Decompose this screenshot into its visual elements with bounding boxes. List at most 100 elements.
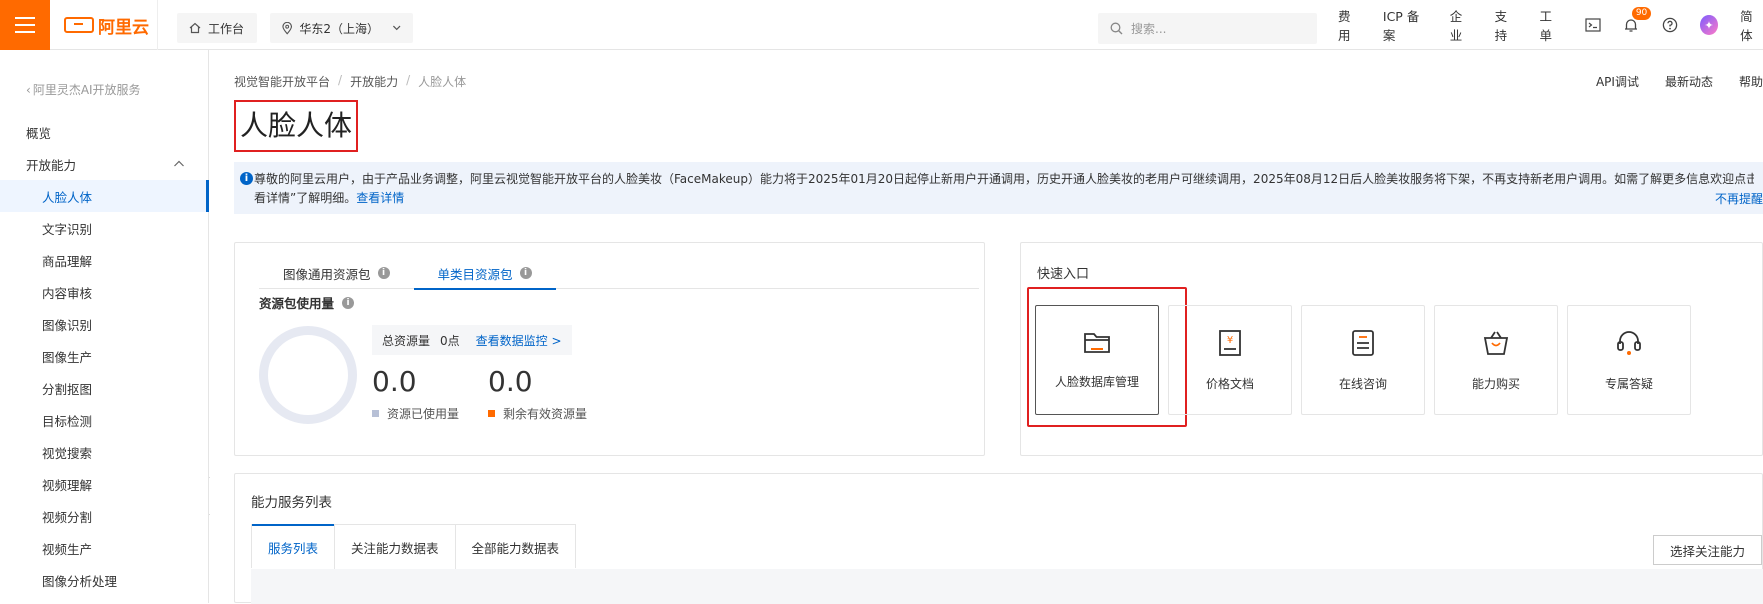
legend-swatch-remaining xyxy=(488,410,495,417)
sidebar-item-product-understanding[interactable]: 商品理解 xyxy=(0,244,209,276)
quick-tile-face-database[interactable]: 人脸数据库管理 xyxy=(1035,305,1159,415)
latest-news-link[interactable]: 最新动态 xyxy=(1665,73,1713,90)
dismiss-notice-link[interactable]: 不再提醒 xyxy=(1715,190,1763,209)
sidebar-item-visual-search[interactable]: 视觉搜索 xyxy=(0,436,209,468)
workbench-button[interactable]: 工作台 xyxy=(177,13,257,43)
notice-text: 尊敬的阿里云用户，由于产品业务调整，阿里云视觉智能开放平台的人脸美妆（FaceM… xyxy=(254,172,1754,186)
search-placeholder: 搜索... xyxy=(1131,22,1167,36)
top-links: 费用 ICP 备案 企业 支持 工单 90 ✦ 简体 xyxy=(1338,0,1763,50)
info-icon[interactable]: i xyxy=(377,267,390,279)
quick-entry-card: 快速入口 人脸数据库管理 ¥ 价格文档 在线咨询 能力购买 专属答疑 xyxy=(1020,242,1763,456)
sidebar-item-video-segmentation[interactable]: 视频分割 xyxy=(0,500,209,532)
resource-tabs: 图像通用资源包 i 单类目资源包 i xyxy=(259,257,979,290)
total-value: 0点 xyxy=(440,333,460,348)
tab-label: 图像通用资源包 xyxy=(283,266,371,282)
api-debug-link[interactable]: API调试 xyxy=(1596,73,1639,90)
sidebar-item-overview[interactable]: 概览 xyxy=(0,116,209,148)
info-icon: i xyxy=(240,172,253,185)
breadcrumb-current: 人脸人体 xyxy=(418,75,467,89)
tile-label: 专属答疑 xyxy=(1604,376,1653,391)
info-icon[interactable]: i xyxy=(342,296,355,309)
notice-details-link[interactable]: 查看详情 xyxy=(356,191,404,205)
used-value: 0.0 xyxy=(372,365,417,398)
sidebar-section-open-capabilities[interactable]: 开放能力 xyxy=(0,148,209,180)
usage-title-label: 资源包使用量 xyxy=(259,296,335,311)
aliyun-logo[interactable]: 阿里云 xyxy=(64,14,149,38)
quick-tile-purchase[interactable]: 能力购买 xyxy=(1434,305,1558,415)
tab-followed-data[interactable]: 关注能力数据表 xyxy=(334,525,455,569)
tab-single-category-package[interactable]: 单类目资源包 i xyxy=(413,257,556,290)
link-enterprise[interactable]: 企业 xyxy=(1450,6,1473,44)
tab-all-data[interactable]: 全部能力数据表 xyxy=(454,525,576,569)
menu-icon[interactable] xyxy=(0,0,50,50)
sidebar-item-label: 分割抠图 xyxy=(42,381,93,397)
tile-label: 在线咨询 xyxy=(1338,376,1387,391)
link-fees[interactable]: 费用 xyxy=(1338,6,1361,44)
breadcrumb-item[interactable]: 开放能力 xyxy=(350,73,398,90)
sidebar-item-label: 图像识别 xyxy=(42,317,93,333)
help-icon[interactable] xyxy=(1661,16,1677,34)
bell-icon[interactable]: 90 xyxy=(1623,7,1652,34)
notice-text-line2: 看详情”了解明细。 xyxy=(254,191,357,205)
service-list-tabs: 服务列表 关注能力数据表 全部能力数据表 xyxy=(251,524,577,569)
sidebar-item-video-generation[interactable]: 视频生产 xyxy=(0,532,209,564)
sidebar-item-segmentation[interactable]: 分割抠图 xyxy=(0,372,209,404)
view-monitor-link[interactable]: 查看数据监控 > xyxy=(476,332,562,349)
sidebar-back-label: 阿里灵杰AI开放服务 xyxy=(32,83,141,97)
sidebar-back-link[interactable]: ‹ 阿里灵杰AI开放服务 xyxy=(26,81,141,98)
tab-service-list[interactable]: 服务列表 xyxy=(252,524,335,569)
sidebar-item-label: 人脸人体 xyxy=(42,189,93,205)
notification-badge: 90 xyxy=(1631,7,1652,20)
folder-icon xyxy=(1084,332,1110,353)
sidebar-item-label: 视频理解 xyxy=(42,477,93,493)
headset-icon xyxy=(1617,330,1641,355)
avatar[interactable]: ✦ xyxy=(1699,15,1719,35)
quick-tile-pricing-doc[interactable]: ¥ 价格文档 xyxy=(1168,305,1292,415)
sidebar-item-face-body[interactable]: 人脸人体 xyxy=(0,180,209,212)
breadcrumb: 视觉智能开放平台 / 开放能力 / 人脸人体 xyxy=(234,73,466,90)
resource-usage-card: 图像通用资源包 i 单类目资源包 i 资源包使用量 i 总资源量 0点 查看数据… xyxy=(234,242,985,456)
quick-tile-support[interactable]: 专属答疑 xyxy=(1567,305,1691,415)
usage-donut-chart xyxy=(259,326,357,424)
select-followed-button[interactable]: 选择关注能力 xyxy=(1652,535,1762,565)
language-switch[interactable]: 简体 xyxy=(1740,6,1763,44)
sidebar-item-video-understanding[interactable]: 视频理解 xyxy=(0,468,209,500)
divider xyxy=(157,0,158,50)
total-resource-box: 总资源量 0点 查看数据监控 > xyxy=(372,325,572,355)
chevron-left-icon: ‹ xyxy=(26,82,31,97)
chevron-up-icon xyxy=(174,160,184,167)
search-input[interactable]: 搜索... xyxy=(1098,13,1317,44)
info-icon[interactable]: i xyxy=(519,267,532,279)
terminal-icon[interactable] xyxy=(1584,16,1601,34)
tile-label: 价格文档 xyxy=(1205,376,1254,391)
sidebar-item-label: 商品理解 xyxy=(42,253,93,269)
remaining-label: 剩余有效资源量 xyxy=(503,407,588,421)
legend-swatch-used xyxy=(372,410,379,417)
sidebar-item-content-moderation[interactable]: 内容审核 xyxy=(0,276,209,308)
sidebar-item-label: 图像生产 xyxy=(42,349,93,365)
service-list-title: 能力服务列表 xyxy=(251,495,332,511)
page-actions: API调试 最新动态 帮助 xyxy=(1596,73,1763,90)
price-document-icon: ¥ xyxy=(1219,329,1241,356)
breadcrumb-separator: / xyxy=(406,73,411,87)
sidebar-item-image-generation[interactable]: 图像生产 xyxy=(0,340,209,372)
sidebar-item-label: 文字识别 xyxy=(42,221,93,237)
sidebar-item-image-analysis[interactable]: 图像分析处理 xyxy=(0,564,209,596)
breadcrumb-separator: / xyxy=(338,73,343,87)
sidebar-item-ocr[interactable]: 文字识别 xyxy=(0,212,209,244)
sidebar-item-image-recognition[interactable]: 图像识别 xyxy=(0,308,209,340)
sidebar-item-label: 视频生产 xyxy=(42,541,93,557)
help-link[interactable]: 帮助 xyxy=(1739,73,1763,90)
link-icp[interactable]: ICP 备案 xyxy=(1383,6,1428,44)
notice-banner: i 尊敬的阿里云用户，由于产品业务调整，阿里云视觉智能开放平台的人脸美妆（Fac… xyxy=(234,162,1763,214)
sidebar-item-label: 图像分析处理 xyxy=(42,573,118,589)
quick-tile-online-consult[interactable]: 在线咨询 xyxy=(1301,305,1425,415)
region-selector[interactable]: 华东2（上海） xyxy=(270,13,413,43)
sidebar-item-label: 概览 xyxy=(26,125,52,141)
link-ticket[interactable]: 工单 xyxy=(1539,6,1562,44)
link-support[interactable]: 支持 xyxy=(1495,6,1518,44)
sidebar-item-object-detection[interactable]: 目标检测 xyxy=(0,404,209,436)
breadcrumb-item[interactable]: 视觉智能开放平台 xyxy=(234,73,330,90)
tab-general-package[interactable]: 图像通用资源包 i xyxy=(259,257,414,289)
tab-label: 单类目资源包 xyxy=(437,266,513,282)
